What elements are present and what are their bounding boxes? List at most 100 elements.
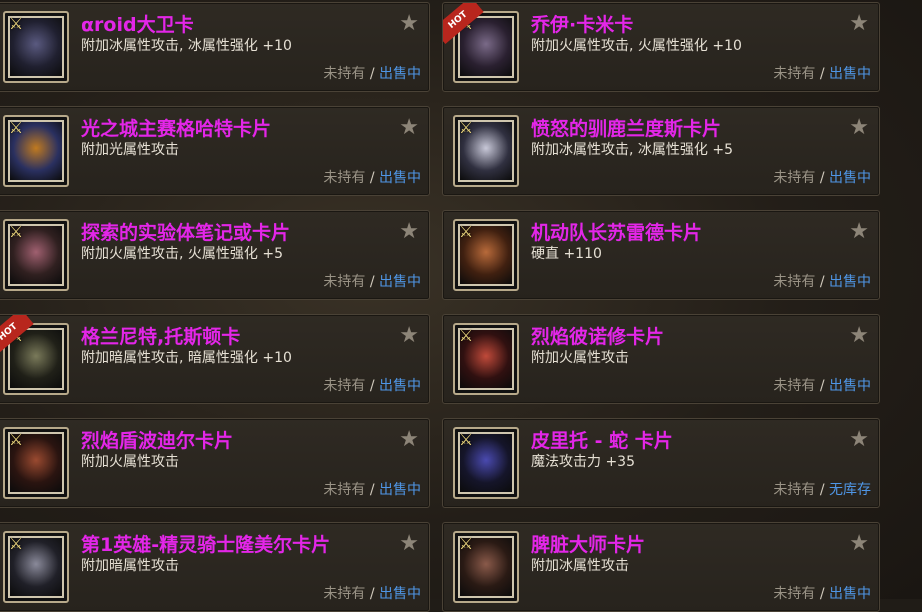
- card-description: 附加火属性攻击: [531, 350, 629, 366]
- sword-icon: ⚔: [8, 14, 24, 33]
- card-item[interactable]: ⚔HOT乔伊·卡米卡附加火属性攻击, 火属性强化 +10★未持有 / 出售中: [442, 2, 880, 92]
- star-icon[interactable]: ★: [399, 219, 419, 244]
- card-item[interactable]: ⚔ 烈焰盾波迪尔卡片 附加火属性攻击 ★ 未持有 / 出售中: [0, 418, 430, 508]
- star-icon[interactable]: ★: [399, 531, 419, 556]
- card-title[interactable]: 第1英雄-精灵骑士隆美尔卡片: [81, 530, 330, 557]
- card-description: 附加火属性攻击: [81, 454, 179, 470]
- card-title[interactable]: 皮里托 - 蛇 卡片: [531, 426, 673, 453]
- star-icon[interactable]: ★: [849, 115, 869, 140]
- card-thumbnail[interactable]: ⚔: [453, 531, 519, 603]
- card-title[interactable]: 脾脏大师卡片: [531, 530, 645, 557]
- sale-status-link[interactable]: 出售中: [829, 170, 871, 186]
- card-title[interactable]: 格兰尼特,托斯顿卡: [81, 322, 240, 349]
- card-thumbnail[interactable]: ⚔: [3, 427, 69, 499]
- card-thumbnail[interactable]: ⚔: [3, 11, 69, 83]
- card-item[interactable]: ⚔ 机动队长苏雷德卡片 硬直 +110 ★ 未持有 / 出售中: [442, 210, 880, 300]
- card-title[interactable]: 烈焰盾波迪尔卡片: [81, 426, 233, 453]
- status-separator: /: [369, 66, 375, 82]
- sale-status-link[interactable]: 出售中: [829, 586, 871, 602]
- card-item[interactable]: ⚔ αroid大卫卡 附加冰属性攻击, 冰属性强化 +10 ★ 未持有 / 出售中: [0, 2, 430, 92]
- card-description: 附加冰属性攻击, 冰属性强化 +10: [81, 38, 292, 54]
- ownership-status: 未持有: [323, 378, 366, 394]
- star-icon[interactable]: ★: [399, 115, 419, 140]
- status-separator: /: [819, 170, 825, 186]
- status-separator: /: [369, 170, 375, 186]
- card-title[interactable]: 烈焰彼诺修卡片: [531, 322, 664, 349]
- sale-status-link[interactable]: 出售中: [829, 378, 871, 394]
- card-thumbnail[interactable]: ⚔: [453, 323, 519, 395]
- sale-status-link[interactable]: 出售中: [829, 274, 871, 290]
- sword-icon: ⚔: [458, 326, 474, 345]
- card-status: 未持有 / 出售中: [323, 271, 421, 291]
- sword-icon: ⚔: [458, 222, 474, 241]
- card-thumbnail[interactable]: ⚔: [3, 219, 69, 291]
- ownership-status: 未持有: [323, 170, 366, 186]
- card-item[interactable]: ⚔ 烈焰彼诺修卡片 附加火属性攻击 ★ 未持有 / 出售中: [442, 314, 880, 404]
- card-item[interactable]: ⚔ 探索的实验体笔记或卡片 附加火属性攻击, 火属性强化 +5 ★ 未持有 / 出售中: [0, 210, 430, 300]
- card-thumbnail[interactable]: ⚔: [3, 531, 69, 603]
- card-description: 附加暗属性攻击: [81, 558, 179, 574]
- sword-icon: ⚔: [458, 430, 474, 449]
- ownership-status: 未持有: [323, 482, 366, 498]
- star-icon[interactable]: ★: [399, 427, 419, 452]
- ownership-status: 未持有: [773, 66, 816, 82]
- card-item[interactable]: ⚔ 愤怒的驯鹿兰度斯卡片 附加冰属性攻击, 冰属性强化 +5 ★ 未持有 / 出售中: [442, 106, 880, 196]
- sale-status-link[interactable]: 出售中: [379, 586, 421, 602]
- card-title[interactable]: 探索的实验体笔记或卡片: [81, 218, 290, 245]
- status-separator: /: [819, 482, 825, 498]
- sword-icon: ⚔: [8, 222, 24, 241]
- card-description: 附加火属性攻击, 火属性强化 +5: [81, 246, 283, 262]
- ownership-status: 未持有: [773, 586, 816, 602]
- card-item[interactable]: ⚔ 皮里托 - 蛇 卡片 魔法攻击力 +35 ★ 未持有 / 无库存: [442, 418, 880, 508]
- card-thumbnail[interactable]: ⚔: [453, 115, 519, 187]
- card-title[interactable]: 愤怒的驯鹿兰度斯卡片: [531, 114, 721, 141]
- sale-status-link[interactable]: 出售中: [379, 378, 421, 394]
- card-description: 硬直 +110: [531, 246, 602, 262]
- card-description: 附加冰属性攻击, 冰属性强化 +5: [531, 142, 733, 158]
- card-title[interactable]: αroid大卫卡: [81, 10, 194, 37]
- status-separator: /: [819, 378, 825, 394]
- sword-icon: ⚔: [8, 118, 24, 137]
- star-icon[interactable]: ★: [849, 11, 869, 36]
- card-description: 魔法攻击力 +35: [531, 454, 635, 470]
- sword-icon: ⚔: [458, 118, 474, 137]
- card-thumbnail[interactable]: ⚔: [453, 427, 519, 499]
- ownership-status: 未持有: [773, 378, 816, 394]
- card-status: 未持有 / 出售中: [773, 167, 871, 187]
- card-item[interactable]: ⚔ 光之城主赛格哈特卡片 附加光属性攻击 ★ 未持有 / 出售中: [0, 106, 430, 196]
- card-title[interactable]: 光之城主赛格哈特卡片: [81, 114, 271, 141]
- ownership-status: 未持有: [773, 170, 816, 186]
- card-thumbnail[interactable]: ⚔: [3, 115, 69, 187]
- status-separator: /: [819, 274, 825, 290]
- star-icon[interactable]: ★: [849, 323, 869, 348]
- card-status: 未持有 / 出售中: [323, 63, 421, 83]
- card-status: 未持有 / 出售中: [323, 583, 421, 603]
- sword-icon: ⚔: [8, 430, 24, 449]
- sale-status-link[interactable]: 出售中: [379, 66, 421, 82]
- card-status: 未持有 / 出售中: [323, 167, 421, 187]
- card-description: 附加暗属性攻击, 暗属性强化 +10: [81, 350, 292, 366]
- card-thumbnail[interactable]: ⚔: [453, 219, 519, 291]
- star-icon[interactable]: ★: [399, 11, 419, 36]
- card-description: 附加冰属性攻击: [531, 558, 629, 574]
- card-status: 未持有 / 出售中: [773, 375, 871, 395]
- card-title[interactable]: 机动队长苏雷德卡片: [531, 218, 702, 245]
- star-icon[interactable]: ★: [849, 427, 869, 452]
- card-item[interactable]: ⚔HOT格兰尼特,托斯顿卡附加暗属性攻击, 暗属性强化 +10★未持有 / 出售…: [0, 314, 430, 404]
- sale-status-link[interactable]: 无库存: [829, 482, 871, 498]
- sale-status-link[interactable]: 出售中: [379, 482, 421, 498]
- ownership-status: 未持有: [323, 274, 366, 290]
- card-description: 附加火属性攻击, 火属性强化 +10: [531, 38, 742, 54]
- card-status: 未持有 / 出售中: [773, 583, 871, 603]
- star-icon[interactable]: ★: [849, 219, 869, 244]
- ownership-status: 未持有: [323, 66, 366, 82]
- status-separator: /: [369, 274, 375, 290]
- card-title[interactable]: 乔伊·卡米卡: [531, 10, 633, 37]
- sale-status-link[interactable]: 出售中: [379, 170, 421, 186]
- status-separator: /: [819, 586, 825, 602]
- card-status: 未持有 / 出售中: [323, 479, 421, 499]
- star-icon[interactable]: ★: [849, 531, 869, 556]
- sale-status-link[interactable]: 出售中: [829, 66, 871, 82]
- sale-status-link[interactable]: 出售中: [379, 274, 421, 290]
- star-icon[interactable]: ★: [399, 323, 419, 348]
